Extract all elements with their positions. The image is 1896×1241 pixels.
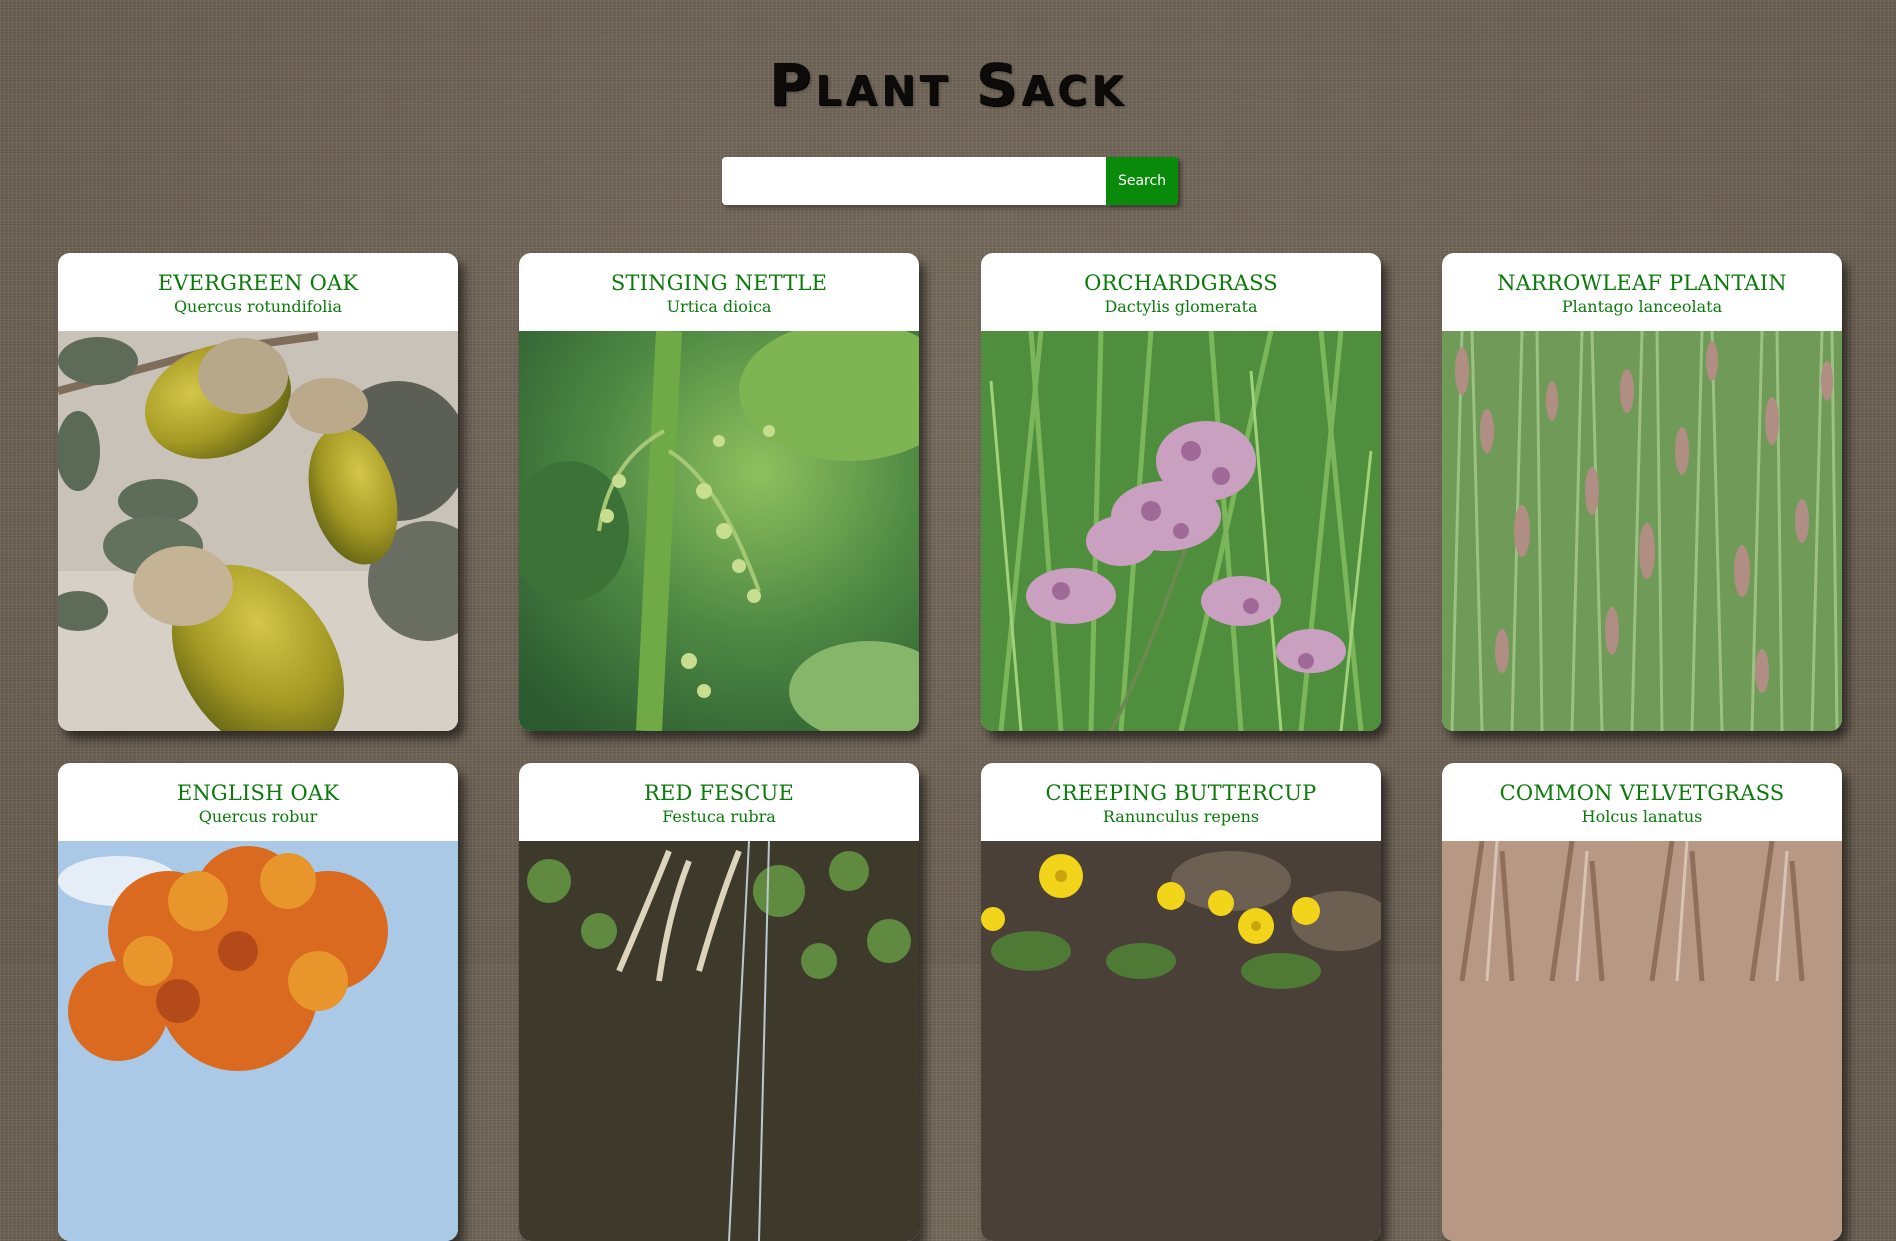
plant-card-evergreen-oak[interactable]: EVERGREEN OAK Quercus rotundifolia [58, 253, 458, 731]
plant-common-name: CREEPING BUTTERCUP [1045, 781, 1317, 805]
plant-scientific-name: Holcus lanatus [1581, 807, 1703, 826]
site-title: Plant Sack [768, 51, 1128, 119]
card-header: STINGING NETTLE Urtica dioica [519, 253, 919, 331]
card-header: ORCHARDGRASS Dactylis glomerata [981, 253, 1381, 331]
plant-photo [981, 331, 1381, 731]
plant-card-narrowleaf-plantain[interactable]: NARROWLEAF PLANTAIN Plantago lanceolata [1442, 253, 1842, 731]
plant-card-stinging-nettle[interactable]: STINGING NETTLE Urtica dioica [519, 253, 919, 731]
plant-common-name: STINGING NETTLE [610, 271, 828, 295]
plant-common-name: ORCHARDGRASS [1084, 271, 1278, 295]
card-header: CREEPING BUTTERCUP Ranunculus repens [981, 763, 1381, 841]
card-header: NARROWLEAF PLANTAIN Plantago lanceolata [1442, 253, 1842, 331]
plant-photo [58, 841, 458, 1241]
plant-common-name: COMMON VELVETGRASS [1499, 781, 1785, 805]
card-header: COMMON VELVETGRASS Holcus lanatus [1442, 763, 1842, 841]
plant-scientific-name: Urtica dioica [666, 297, 772, 316]
card-header: EVERGREEN OAK Quercus rotundifolia [58, 253, 458, 331]
plant-photo [981, 841, 1381, 1241]
plant-scientific-name: Ranunculus repens [1102, 807, 1260, 826]
plant-photo [519, 841, 919, 1241]
plant-scientific-name: Quercus robur [198, 807, 318, 826]
plant-common-name: RED FESCUE [643, 781, 795, 805]
plant-photo [58, 331, 458, 731]
plant-card-creeping-buttercup[interactable]: CREEPING BUTTERCUP Ranunculus repens [981, 763, 1381, 1241]
card-header: ENGLISH OAK Quercus robur [58, 763, 458, 841]
card-header: RED FESCUE Festuca rubra [519, 763, 919, 841]
plant-common-name: NARROWLEAF PLANTAIN [1497, 271, 1787, 295]
plant-card-red-fescue[interactable]: RED FESCUE Festuca rubra [519, 763, 919, 1241]
search-input[interactable] [722, 157, 1106, 205]
plant-photo [519, 331, 919, 731]
plant-photo [1442, 841, 1842, 1241]
plant-photo [1442, 331, 1842, 731]
plant-card-english-oak[interactable]: ENGLISH OAK Quercus robur [58, 763, 458, 1241]
plant-scientific-name: Plantago lanceolata [1561, 297, 1723, 316]
plant-scientific-name: Festuca rubra [662, 807, 776, 826]
search-button[interactable]: Search [1106, 157, 1178, 205]
plant-scientific-name: Dactylis glomerata [1104, 297, 1258, 316]
plant-scientific-name: Quercus rotundifolia [173, 297, 343, 316]
search-form: Search [722, 157, 1178, 205]
plant-card-common-velvetgrass[interactable]: COMMON VELVETGRASS Holcus lanatus [1442, 763, 1842, 1241]
plant-card-orchardgrass[interactable]: ORCHARDGRASS Dactylis glomerata [981, 253, 1381, 731]
plant-common-name: ENGLISH OAK [176, 781, 340, 805]
plant-common-name: EVERGREEN OAK [157, 271, 359, 295]
